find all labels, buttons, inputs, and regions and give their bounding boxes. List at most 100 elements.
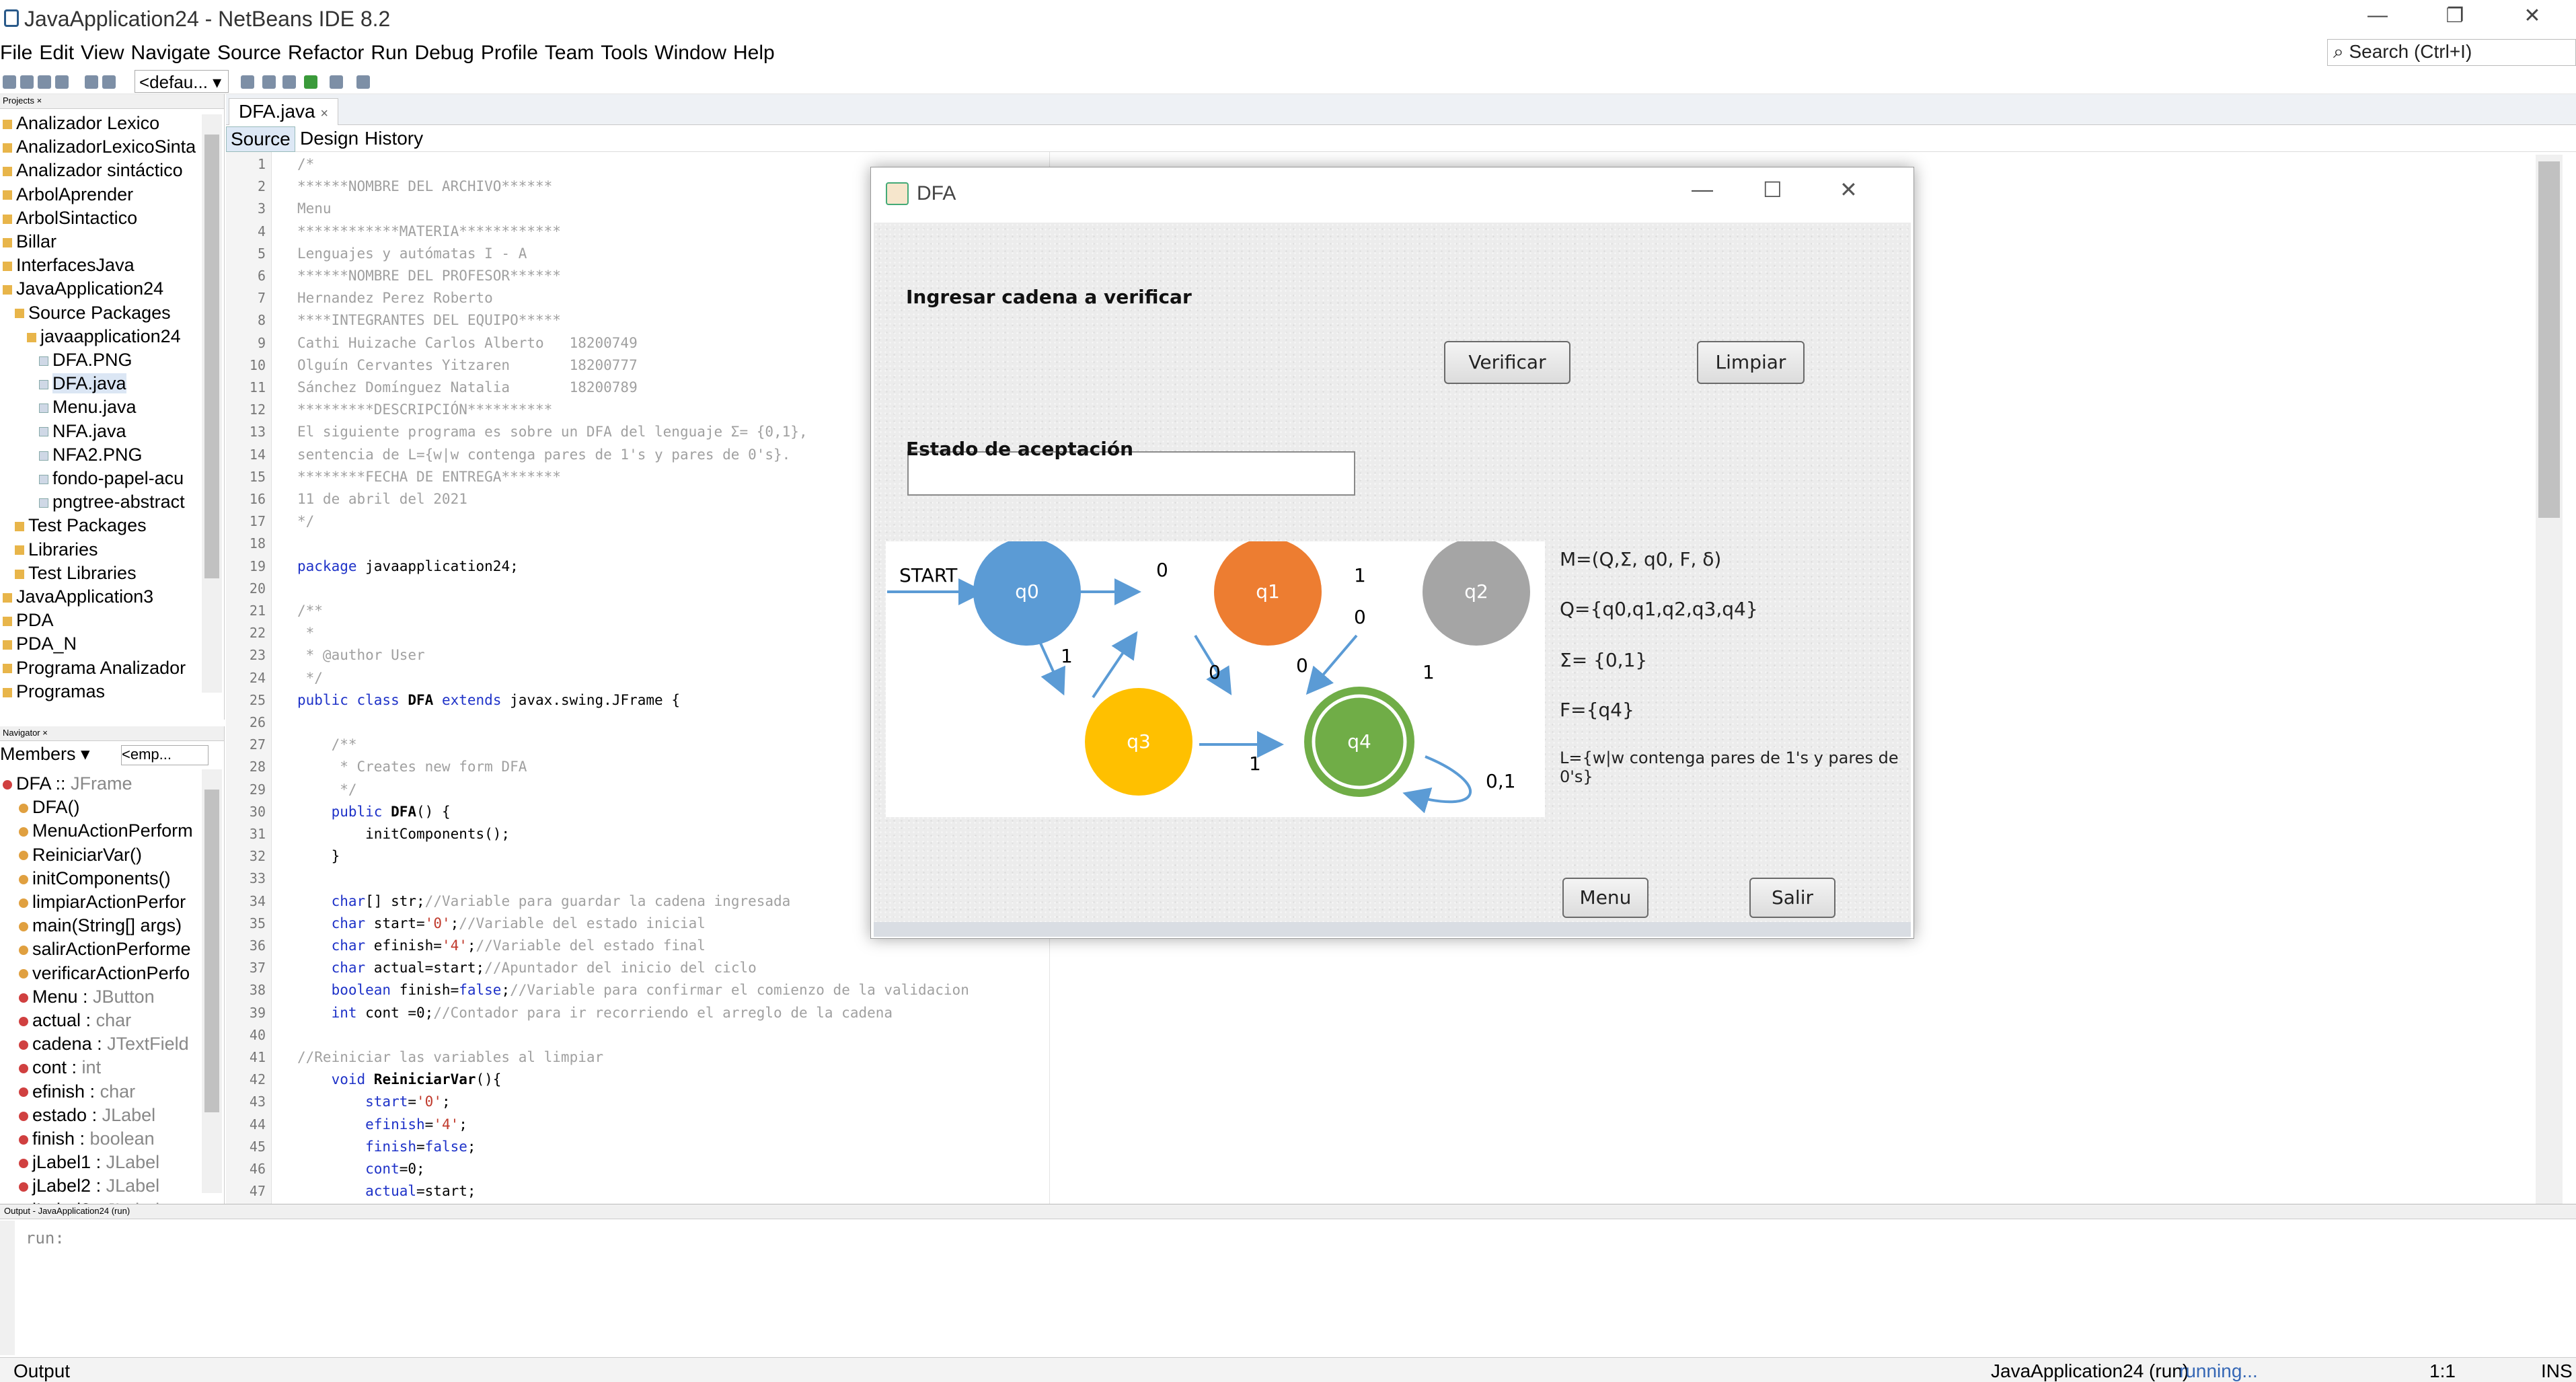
tab-source[interactable]: Source [226, 126, 295, 152]
project-tree-item[interactable]: ArbolAprender [3, 183, 133, 206]
project-tree-item[interactable]: Libraries [15, 538, 98, 562]
save-all-icon[interactable] [55, 75, 69, 89]
clear-button[interactable]: Limpiar [1697, 341, 1805, 384]
redo-icon[interactable] [102, 75, 116, 89]
project-tree-item[interactable]: NFA2.PNG [39, 443, 143, 467]
project-tree-item[interactable]: Menu.java [39, 395, 137, 419]
project-tree-item[interactable]: AnalizadorLexicoSinta [3, 135, 196, 159]
dfa-maximize-button[interactable]: ☐ [1763, 177, 1782, 202]
member-name: DFA :: [16, 773, 66, 794]
project-tree-item[interactable]: PDA [3, 609, 54, 632]
navigator-member[interactable]: ReiniciarVar() [19, 843, 142, 867]
menu-view[interactable]: View [81, 42, 124, 65]
gear-icon[interactable] [241, 75, 254, 89]
line-number: 37 [249, 960, 266, 976]
project-tree-item[interactable]: InterfacesJava [3, 254, 135, 277]
undo-icon[interactable] [85, 75, 98, 89]
state-q1-label: q1 [1256, 580, 1280, 603]
project-tree-item[interactable]: ArbolSintactico [3, 206, 137, 230]
navigator-member[interactable]: cadena : JTextField [19, 1032, 189, 1056]
menu-refactor[interactable]: Refactor [288, 42, 364, 65]
menu-tools[interactable]: Tools [601, 42, 648, 65]
project-tree-item[interactable]: javaapplication24 [27, 325, 181, 348]
navigator-member[interactable]: DFA() [19, 796, 80, 819]
navigator-member[interactable]: cont : int [19, 1056, 101, 1079]
tab-history[interactable]: History [361, 126, 427, 151]
menu-source[interactable]: Source [217, 42, 281, 65]
project-tree-item[interactable]: Analizador sintáctico [3, 159, 183, 182]
project-tree-item[interactable]: Test Packages [15, 514, 147, 537]
build-icon[interactable] [262, 75, 276, 89]
tab-design[interactable]: Design [296, 126, 363, 151]
restore-button[interactable]: ❐ [2435, 4, 2475, 28]
menu-help[interactable]: Help [733, 42, 775, 65]
verify-button[interactable]: Verificar [1444, 341, 1570, 384]
profile-icon[interactable] [356, 75, 370, 89]
configuration-select[interactable]: <defau... ▾ [135, 70, 229, 93]
code-line: public class DFA extends javax.swing.JFr… [297, 691, 680, 708]
project-tree-item[interactable]: Billar [3, 230, 56, 254]
navigator-member[interactable]: verificarActionPerfo [19, 962, 190, 985]
open-icon[interactable] [38, 75, 51, 89]
navigator-member[interactable]: finish : boolean [19, 1127, 155, 1151]
navigator-member[interactable]: main(String[] args) [19, 914, 182, 937]
menu-file[interactable]: File [0, 42, 32, 65]
new-file-icon[interactable] [20, 75, 34, 89]
menu-debug[interactable]: Debug [414, 42, 473, 65]
project-tree-item[interactable]: Analizador Lexico [3, 112, 159, 135]
exit-button[interactable]: Salir [1749, 878, 1835, 918]
navigator-scrollbar[interactable] [202, 769, 222, 1193]
project-tree-item[interactable]: JavaApplication3 [3, 585, 153, 609]
menu-profile[interactable]: Profile [481, 42, 538, 65]
navigator-member[interactable]: jLabel3 : JLabel [19, 1198, 159, 1204]
project-tree-item[interactable]: JavaApplication24 [3, 277, 163, 301]
clean-build-icon[interactable] [282, 75, 296, 89]
run-icon[interactable] [304, 75, 317, 89]
line-number: 32 [249, 848, 266, 865]
navigator-member[interactable]: efinish : char [19, 1080, 135, 1104]
project-tree-item[interactable]: Programas [3, 680, 105, 703]
minimize-button[interactable]: — [2357, 4, 2398, 27]
navigator-member[interactable]: initComponents() [19, 867, 171, 890]
navigator-member[interactable]: jLabel1 : JLabel [19, 1151, 159, 1174]
filter-select[interactable]: <emp... [121, 745, 209, 765]
navigator-member[interactable]: Menu : JButton [19, 985, 155, 1009]
project-tree-item[interactable]: PDA_N [3, 632, 77, 656]
search-input[interactable]: ⌕ Search (Ctrl+I) [2327, 39, 2576, 66]
output-tab[interactable]: Output [13, 1360, 70, 1382]
navigator-member[interactable]: actual : char [19, 1009, 131, 1032]
close-button[interactable]: ✕ [2512, 4, 2552, 28]
project-tree-item[interactable]: Test Libraries [15, 562, 137, 585]
edge-label-q3q1: 0 [1209, 661, 1221, 683]
navigator-member[interactable]: estado : JLabel [19, 1104, 155, 1127]
menu-run[interactable]: Run [371, 42, 408, 65]
dfa-close-button[interactable]: ✕ [1840, 177, 1858, 202]
navigator-member[interactable]: salirActionPerforme [19, 937, 191, 961]
project-tree-item[interactable]: NFA.java [39, 420, 126, 443]
dfa-minimize-button[interactable]: — [1692, 177, 1713, 202]
project-tree-item[interactable]: Source Packages [15, 301, 171, 325]
menu-window[interactable]: Window [654, 42, 726, 65]
new-project-icon[interactable] [3, 75, 16, 89]
debug-icon[interactable] [330, 75, 343, 89]
project-tree-item[interactable]: pngtree-abstract [39, 490, 185, 514]
menu-team[interactable]: Team [545, 42, 594, 65]
code-line: ******NOMBRE DEL PROFESOR****** [297, 268, 561, 284]
navigator-member[interactable]: MenuActionPerform [19, 819, 193, 843]
editor-scrollbar[interactable] [2536, 155, 2563, 1204]
menu-edit[interactable]: Edit [39, 42, 74, 65]
menu-button[interactable]: Menu [1562, 878, 1649, 918]
navigator-member[interactable]: limpiarActionPerfor [19, 890, 186, 914]
tab-dfa-java[interactable]: DFA.java × [229, 98, 339, 125]
status-running[interactable]: running... [2179, 1360, 2258, 1382]
project-tree-item[interactable]: DFA.PNG [39, 348, 132, 372]
navigator-member[interactable]: jLabel2 : JLabel [19, 1174, 159, 1198]
project-tree-item[interactable]: DFA.java [39, 372, 126, 395]
member-type: JTextField [102, 1034, 189, 1054]
close-tab-icon[interactable]: × [320, 106, 328, 121]
project-tree-item[interactable]: fondo-papel-acu [39, 467, 184, 490]
projects-scrollbar[interactable] [202, 114, 222, 693]
menu-navigate[interactable]: Navigate [131, 42, 211, 65]
project-tree-item[interactable]: Programa Analizador [3, 656, 186, 680]
navigator-member[interactable]: DFA :: JFrame [3, 772, 132, 796]
